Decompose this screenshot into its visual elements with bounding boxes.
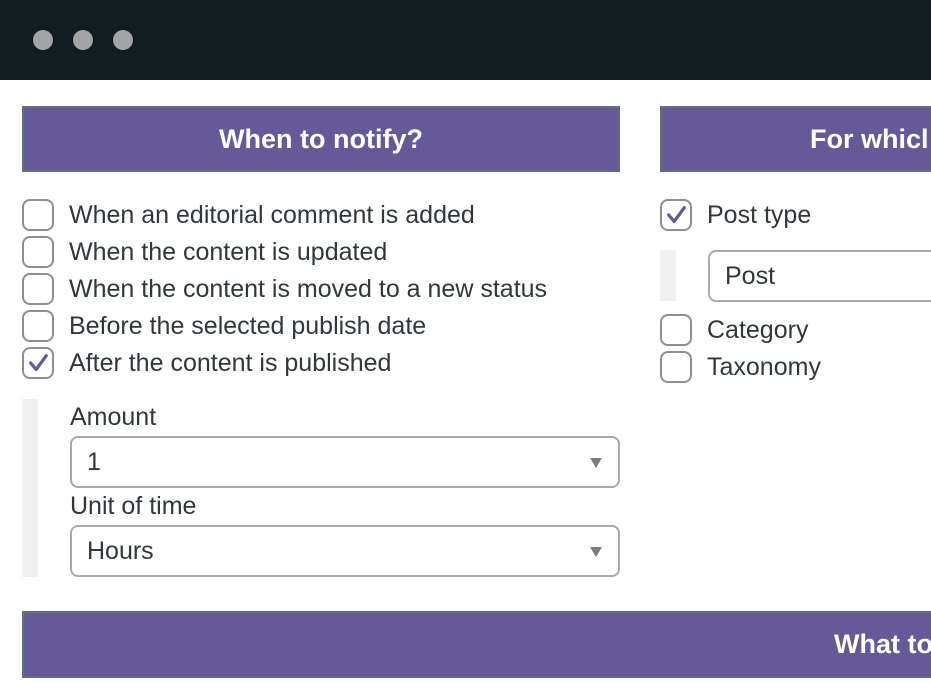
option-taxonomy[interactable]: Taxonomy bbox=[660, 351, 821, 383]
option-label: After the content is published bbox=[69, 348, 392, 377]
option-label: When the content is updated bbox=[69, 237, 388, 266]
option-label: Before the selected publish date bbox=[69, 311, 427, 340]
checkbox[interactable] bbox=[22, 199, 54, 231]
checkbox[interactable] bbox=[22, 310, 54, 342]
option-content-updated[interactable]: When the content is updated bbox=[22, 236, 387, 268]
option-label: Category bbox=[707, 315, 809, 344]
for-which-content-title: For whicl bbox=[810, 123, 929, 154]
what-to-send-header: What to bbox=[22, 611, 931, 678]
option-label: When the content is moved to a new statu… bbox=[69, 274, 548, 303]
option-after-published[interactable]: After the content is published bbox=[22, 347, 391, 379]
amount-value: 1 bbox=[87, 447, 101, 476]
window-close-button[interactable] bbox=[33, 30, 53, 50]
chevron-down-icon bbox=[590, 547, 602, 557]
when-to-notify-header: When to notify? bbox=[22, 106, 620, 172]
checkbox[interactable] bbox=[22, 236, 54, 268]
amount-label: Amount bbox=[70, 403, 157, 431]
option-new-status[interactable]: When the content is moved to a new statu… bbox=[22, 273, 547, 305]
for-which-content-header: For whicl bbox=[660, 106, 931, 172]
window-titlebar bbox=[0, 0, 931, 80]
option-editorial-comment[interactable]: When an editorial comment is added bbox=[22, 199, 475, 231]
checkbox[interactable] bbox=[22, 273, 54, 305]
unit-of-time-value: Hours bbox=[87, 536, 154, 565]
post-type-select[interactable]: Post bbox=[708, 250, 931, 302]
option-label: When an editorial comment is added bbox=[69, 200, 475, 229]
window-minimize-button[interactable] bbox=[73, 30, 93, 50]
checkmark-icon bbox=[667, 206, 686, 224]
unit-of-time-select[interactable]: Hours bbox=[70, 525, 620, 577]
chevron-down-icon bbox=[590, 458, 602, 468]
when-to-notify-title: When to notify? bbox=[219, 123, 423, 154]
indent-bar bbox=[22, 399, 38, 577]
option-before-publish[interactable]: Before the selected publish date bbox=[22, 310, 426, 342]
option-category[interactable]: Category bbox=[660, 314, 808, 346]
option-label: Taxonomy bbox=[707, 352, 821, 381]
unit-of-time-label: Unit of time bbox=[70, 492, 197, 520]
checkbox[interactable] bbox=[22, 347, 54, 379]
window-maximize-button[interactable] bbox=[113, 30, 133, 50]
checkbox[interactable] bbox=[660, 199, 692, 231]
amount-select[interactable]: 1 bbox=[70, 436, 620, 488]
indent-bar bbox=[660, 250, 676, 301]
post-type-value: Post bbox=[725, 261, 776, 290]
option-post-type[interactable]: Post type bbox=[660, 199, 811, 231]
what-to-send-title: What to bbox=[834, 629, 931, 659]
option-label: Post type bbox=[707, 200, 812, 229]
checkmark-icon bbox=[29, 354, 48, 372]
checkbox[interactable] bbox=[660, 351, 692, 383]
checkbox[interactable] bbox=[660, 314, 692, 346]
